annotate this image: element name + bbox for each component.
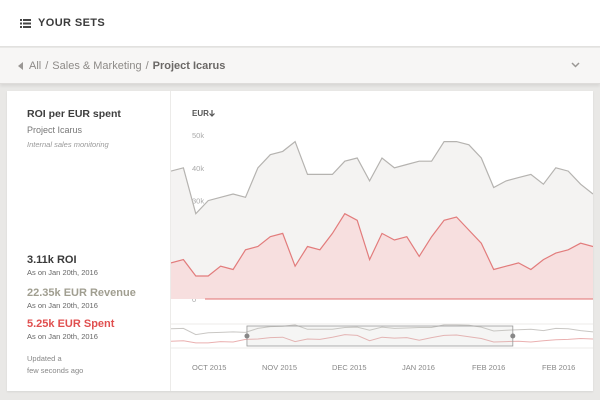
area-chart[interactable]: EUR 50k40k30k20k10k0 OCT 2015NOV 2015DEC…	[170, 91, 594, 391]
x-tick-label: OCT 2015	[192, 363, 226, 372]
page-title: YOUR SETS	[38, 17, 106, 29]
breadcrumb: All / Sales & Marketing / Project Icarus	[0, 48, 600, 84]
chevron-down-icon[interactable]	[571, 62, 580, 68]
chart-description: Internal sales monitoring	[27, 140, 109, 149]
breadcrumb-item-sales-marketing[interactable]: Sales & Marketing	[52, 60, 141, 72]
updated-line-2: few seconds ago	[27, 366, 84, 375]
navigator-handle-left[interactable]	[244, 333, 250, 339]
chart-title: ROI per EUR spent	[27, 108, 121, 120]
x-tick-label: DEC 2015	[332, 363, 367, 372]
chart-area[interactable]: EUR 50k40k30k20k10k0 OCT 2015NOV 2015DEC…	[170, 91, 594, 391]
navigator-handle-right[interactable]	[510, 333, 516, 339]
x-tick-label: FEB 2016	[542, 363, 575, 372]
list-icon	[20, 18, 31, 28]
breadcrumb-item-all[interactable]: All	[29, 60, 41, 72]
revenue-date: As on Jan 20th, 2016	[27, 301, 98, 310]
chart-card: ROI per EUR spent Project Icarus Interna…	[7, 91, 594, 391]
info-panel: ROI per EUR spent Project Icarus Interna…	[7, 91, 171, 391]
unit-label: EUR	[192, 109, 209, 118]
y-tick-label: 50k	[192, 131, 204, 140]
breadcrumb-separator: /	[45, 59, 49, 72]
updated-line-1: Updated a	[27, 354, 62, 363]
y-tick-label: 40k	[192, 164, 204, 173]
top-bar: YOUR SETS	[0, 0, 600, 47]
chart-subtitle: Project Icarus	[27, 125, 83, 135]
x-tick-label: JAN 2016	[402, 363, 435, 372]
x-tick-label: FEB 2016	[472, 363, 505, 372]
spent-date: As on Jan 20th, 2016	[27, 332, 98, 341]
roi-date: As on Jan 20th, 2016	[27, 268, 98, 277]
updated-status: Updated a few seconds ago	[27, 353, 83, 377]
revenue-value: 22.35k EUR Revenue	[27, 287, 136, 299]
breadcrumb-current: Project Icarus	[152, 59, 226, 72]
spent-value: 5.25k EUR Spent	[27, 318, 115, 330]
roi-value: 3.11k ROI	[27, 254, 77, 266]
sort-arrow-icon[interactable]	[209, 110, 215, 117]
x-tick-label: NOV 2015	[262, 363, 297, 372]
breadcrumb-separator: /	[145, 59, 149, 72]
navigator-selection[interactable]	[246, 325, 514, 347]
chevron-left-icon[interactable]	[18, 61, 24, 70]
